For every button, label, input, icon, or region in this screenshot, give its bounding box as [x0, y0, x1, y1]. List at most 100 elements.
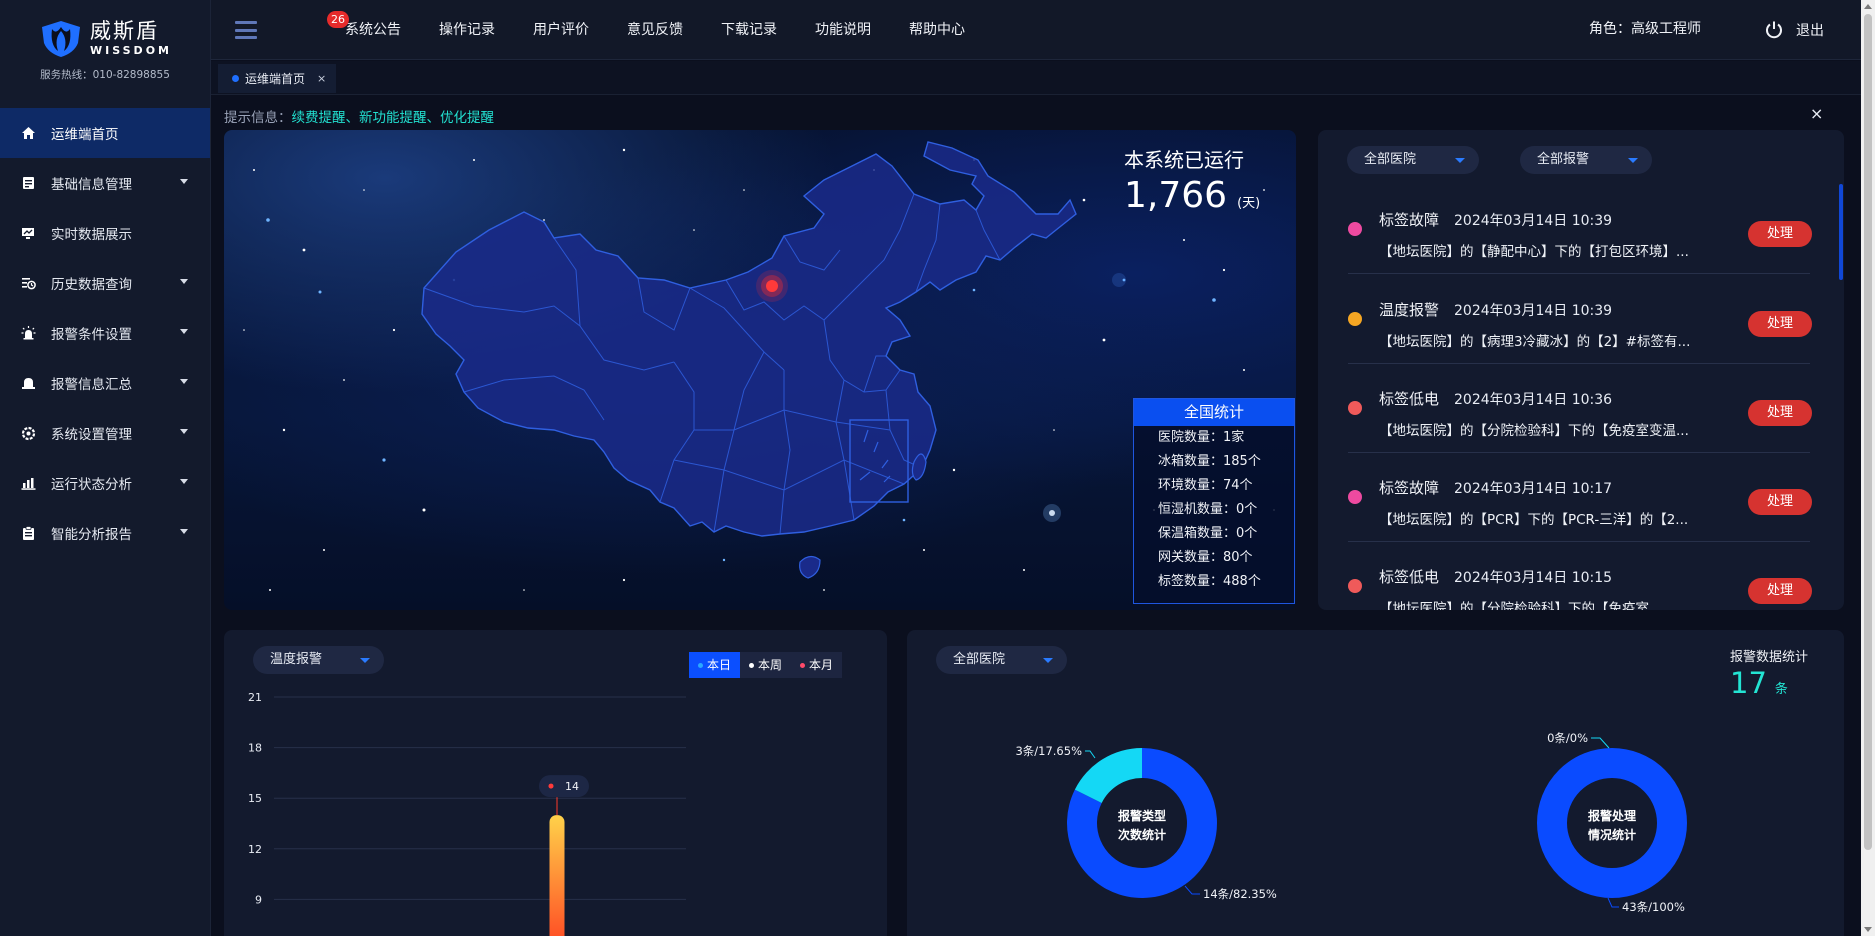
active-dot: [232, 75, 239, 82]
history-icon: [20, 275, 36, 291]
y-tick-label: 12: [248, 843, 262, 856]
sidebar-item-home[interactable]: 运维端首页: [0, 108, 210, 158]
stat-humidifiers: 恒湿机数量：0个: [1158, 502, 1258, 517]
slice-label: 3条/17.65%: [1015, 744, 1082, 758]
donut-center-label: 情况统计: [1588, 827, 1636, 842]
sidebar: 威斯盾 WISSDOM 服务热线：010-82898855 运维端首页 基础信息…: [0, 0, 211, 936]
nav-operation-log[interactable]: 操作记录: [439, 0, 495, 60]
chevron-down-icon: [1628, 158, 1638, 163]
sidebar-item-alarm-summary[interactable]: 报警信息汇总: [0, 358, 210, 408]
sidebar-item-alarm-settings[interactable]: 报警条件设置: [0, 308, 210, 358]
tab-ops-home[interactable]: 运维端首页 ×: [218, 64, 337, 93]
bar: [549, 815, 565, 936]
data-label-dot: [548, 783, 554, 789]
sidebar-item-label: 基础信息管理: [51, 177, 132, 193]
hospital-filter-select[interactable]: 全部医院: [1347, 146, 1479, 174]
chevron-down-icon: [180, 179, 188, 184]
alarm-statistics-panel: 全部医院 报警数据统计 17 条 报警类型 次数统计 3条/17.65% 14条/82.…: [907, 630, 1844, 936]
scroll-down-icon[interactable]: [1864, 927, 1872, 932]
handle-button[interactable]: 处理: [1748, 400, 1812, 426]
alarm-list-item: 温度报警 2024年03月14日 10:39 【地坛医院】的【病理3冷藏冰】的【…: [1348, 274, 1812, 364]
alarm-type: 标签低电: [1379, 390, 1440, 408]
chevron-down-icon: [180, 329, 188, 334]
stat-incubators: 保温箱数量：0个: [1158, 526, 1258, 541]
sidebar-item-label: 实时数据展示: [51, 227, 132, 243]
handle-button[interactable]: 处理: [1748, 489, 1812, 515]
donut-center-label: 报警处理: [1588, 808, 1636, 823]
close-icon[interactable]: ×: [1810, 104, 1823, 123]
beijing-marker[interactable]: [756, 270, 788, 302]
page-scrollbar[interactable]: [1861, 0, 1875, 936]
alarm-description: 【地坛医院】的【分院检验科】下的【免疫室变温...: [1379, 423, 1689, 439]
nav-download-log[interactable]: 下载记录: [721, 0, 777, 60]
sidebar-item-realtime[interactable]: 实时数据展示: [0, 208, 210, 258]
handle-button[interactable]: 处理: [1748, 578, 1812, 604]
scroll-up-icon[interactable]: [1864, 4, 1872, 9]
nav-help-center[interactable]: 帮助中心: [909, 0, 965, 60]
sidebar-item-basic-info[interactable]: 基础信息管理: [0, 158, 210, 208]
select-value: 全部医院: [1364, 152, 1417, 167]
slice-label: 14条/82.35%: [1203, 887, 1277, 901]
service-hotline: 服务热线：010-82898855: [40, 68, 170, 81]
alarm-type: 温度报警: [1379, 301, 1440, 319]
alarm-dot: [1348, 312, 1362, 326]
alarm-type: 标签故障: [1379, 479, 1440, 497]
stat-environments: 环境数量：74个: [1158, 478, 1253, 493]
tab-bar: 运维端首页 ×: [211, 61, 1861, 95]
alarm-list-panel: 全部医院 全部报警 标签故障 2024年03月14日 10:39 【地坛医院】的…: [1318, 130, 1844, 610]
sidebar-item-label: 报警信息汇总: [51, 377, 132, 393]
alarm-list-scrollbar[interactable]: [1839, 184, 1843, 280]
alarm-type-filter-select[interactable]: 全部报警: [1520, 146, 1652, 174]
donut-center-label: 次数统计: [1118, 827, 1166, 842]
nav-feedback[interactable]: 意见反馈: [627, 0, 683, 60]
home-icon: [20, 125, 36, 141]
alarm-list-item: 标签故障 2024年03月14日 10:17 【地坛医院】的【PCR】下的【PC…: [1348, 452, 1812, 542]
settings-icon: [20, 425, 36, 441]
handle-button[interactable]: 处理: [1748, 311, 1812, 337]
uptime-box: 本系统已运行 1,766 (天): [1124, 144, 1260, 216]
sidebar-item-label: 运维端首页: [51, 127, 119, 143]
chevron-down-icon: [180, 429, 188, 434]
sidebar-item-system-settings[interactable]: 系统设置管理: [0, 408, 210, 458]
scroll-thumb[interactable]: [1864, 14, 1872, 850]
alarm-list-item: 标签故障 2024年03月14日 10:39 【地坛医院】的【静配中心】下的【打…: [1348, 184, 1812, 274]
sidebar-item-status-analysis[interactable]: 运行状态分析: [0, 458, 210, 508]
alarm-dot: [1348, 490, 1362, 504]
alarm-dot: [1348, 401, 1362, 415]
sidebar-item-label: 系统设置管理: [51, 427, 132, 443]
alarm-description: 【地坛医院】的【病理3冷藏冰】的【2】#标签有...: [1379, 334, 1691, 350]
nav-system-notice[interactable]: 26 系统公告: [327, 0, 401, 60]
donut-slice: [1537, 748, 1687, 898]
alarm-trend-panel: 温度报警 本日 本周 本月 691215182114: [224, 630, 887, 936]
sidebar-item-history[interactable]: 历史数据查询: [0, 258, 210, 308]
handle-button[interactable]: 处理: [1748, 221, 1812, 247]
slice-label: 43条/100%: [1622, 900, 1685, 914]
sidebar-item-label: 报警条件设置: [51, 327, 132, 343]
china-map-panel: 本系统已运行 1,766 (天) 全国统计 医院数量：1家 冰箱数量：185个 环…: [224, 130, 1296, 610]
menu-toggle-icon[interactable]: [235, 21, 257, 39]
notice-label: 提示信息：: [224, 110, 292, 126]
nav-feature-guide[interactable]: 功能说明: [815, 0, 871, 60]
power-icon: [1766, 21, 1782, 39]
alarm-bell-icon: [20, 375, 36, 391]
alarm-list-item: 标签低电 2024年03月14日 10:15 【地坛医院】的【分院检验科】下的【…: [1348, 541, 1812, 610]
chevron-down-icon: [180, 529, 188, 534]
logout-button[interactable]: 退出: [1764, 0, 1824, 60]
uptime-value: 1,766: [1124, 175, 1228, 216]
data-label: 14: [565, 780, 579, 793]
nav-user-reviews[interactable]: 用户评价: [533, 0, 589, 60]
donut-center-label: 报警类型: [1118, 808, 1166, 823]
notice-links[interactable]: 续费提醒、新功能提醒、优化提醒: [292, 110, 495, 126]
alarm-time: 2024年03月14日 10:39: [1454, 213, 1613, 229]
chevron-down-icon: [180, 479, 188, 484]
document-icon: [20, 175, 36, 191]
sidebar-item-smart-report[interactable]: 智能分析报告: [0, 508, 210, 558]
uptime-label: 本系统已运行: [1124, 148, 1244, 172]
monitor-icon: [20, 225, 36, 241]
alarm-description: 【地坛医院】的【分院检验科】下的【免疫室...: [1379, 601, 1662, 610]
sidebar-item-label: 历史数据查询: [51, 277, 132, 293]
notice-count-badge: 26: [327, 11, 349, 28]
alarm-description: 【地坛医院】的【静配中心】下的【打包区环境】...: [1379, 244, 1689, 260]
close-icon[interactable]: ×: [317, 72, 326, 85]
stat-fridges: 冰箱数量：185个: [1158, 454, 1261, 469]
